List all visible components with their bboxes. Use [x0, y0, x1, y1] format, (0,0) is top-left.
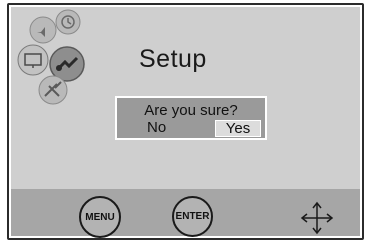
audio-icon[interactable] [29, 16, 57, 44]
page-title: Setup [139, 45, 207, 73]
enter-button[interactable]: ENTER [172, 196, 213, 237]
no-option[interactable]: No [147, 119, 166, 136]
menu-button[interactable]: MENU [79, 196, 121, 238]
dialog-question: Are you sure? [144, 102, 238, 119]
four-way-arrow-icon [299, 200, 335, 236]
device-screen: Setup Are you sure? No Yes MENU ENTER [11, 7, 360, 238]
display-icon[interactable] [17, 44, 49, 76]
satellite-icon[interactable] [38, 75, 68, 105]
yes-option[interactable]: Yes [215, 120, 261, 137]
confirm-dialog: Are you sure? No Yes [115, 96, 267, 140]
device-frame: Setup Are you sure? No Yes MENU ENTER [7, 3, 364, 240]
clock-icon[interactable] [55, 9, 81, 35]
menu-icon-cluster [13, 8, 103, 108]
